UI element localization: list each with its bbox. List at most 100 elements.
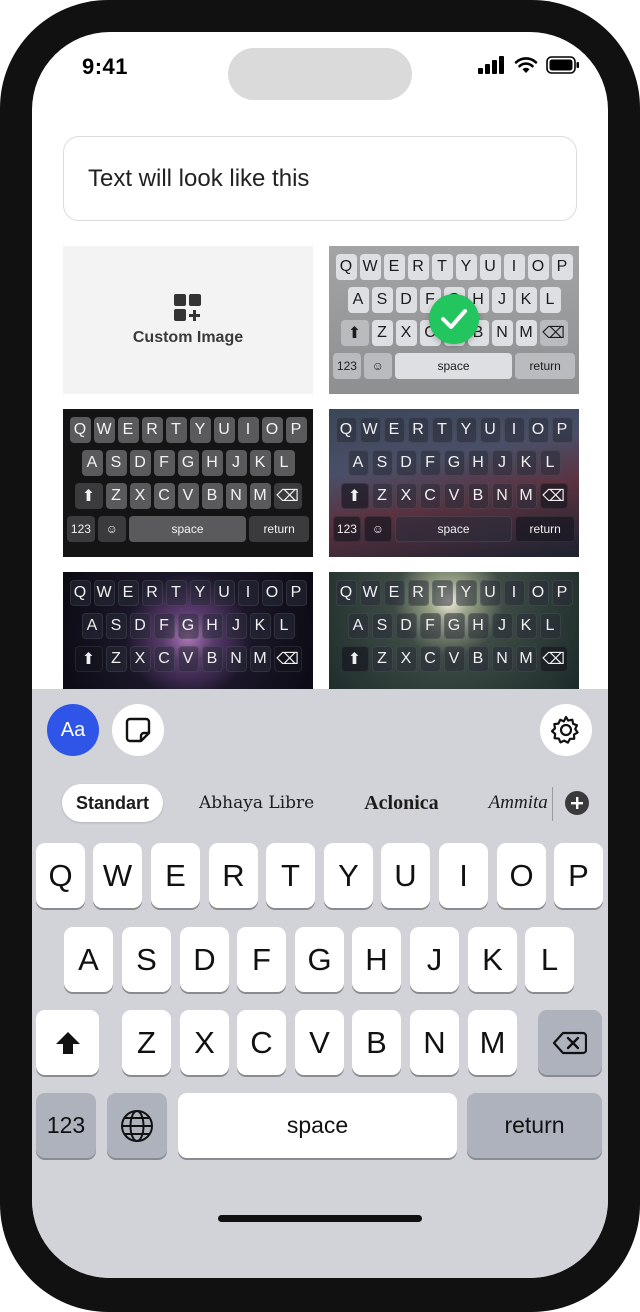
- mini-key: X: [395, 483, 417, 509]
- mini-key: P: [551, 580, 573, 606]
- mini-key: E: [383, 417, 405, 443]
- theme-tile-galaxy[interactable]: Q W E R T Y U I O P A S D F G H J K L ⬆ …: [63, 572, 313, 689]
- sticker-button[interactable]: [112, 704, 164, 756]
- key-r[interactable]: R: [209, 843, 258, 908]
- mini-delete-icon: ⌫: [539, 320, 568, 346]
- mini-key: R: [141, 417, 163, 443]
- mini-num-key: 123: [333, 516, 361, 542]
- key-d[interactable]: D: [180, 927, 229, 992]
- font-chip-standart[interactable]: Standart: [62, 784, 164, 822]
- font-style-button[interactable]: Aa: [47, 704, 99, 756]
- mini-key: H: [467, 613, 489, 639]
- key-p[interactable]: P: [554, 843, 603, 908]
- mini-key: B: [467, 483, 489, 509]
- mini-key: E: [383, 580, 405, 606]
- mini-key: L: [273, 450, 295, 476]
- mini-key: P: [285, 580, 307, 606]
- key-l[interactable]: L: [525, 927, 574, 992]
- key-i[interactable]: I: [439, 843, 488, 908]
- mini-key: V: [177, 646, 199, 672]
- theme-tile-lotus[interactable]: Q W E R T Y U I O P A S D F G H J K L ⬆ …: [329, 572, 579, 689]
- key-m[interactable]: M: [468, 1010, 517, 1075]
- key-b[interactable]: B: [352, 1010, 401, 1075]
- settings-button[interactable]: [540, 704, 592, 756]
- key-x[interactable]: X: [180, 1010, 229, 1075]
- mini-shift-icon: ⬆: [74, 646, 103, 672]
- signal-icon: [478, 56, 504, 74]
- space-key[interactable]: space: [178, 1093, 457, 1158]
- numbers-key[interactable]: 123: [36, 1093, 96, 1158]
- shift-key[interactable]: [36, 1010, 99, 1075]
- status-icons: [478, 56, 580, 74]
- mini-key: N: [491, 320, 513, 346]
- font-chip-abhaya-libre[interactable]: Abhaya Libre: [185, 784, 328, 822]
- mini-key: G: [177, 450, 199, 476]
- battery-icon: [546, 56, 579, 74]
- mini-key: S: [371, 450, 393, 476]
- key-g[interactable]: G: [295, 927, 344, 992]
- mini-shift-icon: ⬆: [74, 483, 103, 509]
- mini-key: B: [467, 646, 489, 672]
- mini-key: T: [165, 580, 187, 606]
- mini-key: Q: [69, 580, 91, 606]
- key-n[interactable]: N: [410, 1010, 459, 1075]
- custom-image-tile[interactable]: Custom Image: [63, 246, 313, 394]
- mini-key: R: [407, 417, 429, 443]
- mini-key: E: [117, 580, 139, 606]
- key-s[interactable]: S: [122, 927, 171, 992]
- mini-key: W: [93, 417, 115, 443]
- mini-num-key: 123: [333, 353, 361, 379]
- key-o[interactable]: O: [497, 843, 546, 908]
- mini-key: L: [273, 613, 295, 639]
- theme-tile-mountain[interactable]: Q W E R T Y U I O P A S D F G H J K L ⬆ …: [329, 409, 579, 557]
- mini-key: U: [479, 254, 501, 280]
- key-c[interactable]: C: [237, 1010, 286, 1075]
- font-chip-aclonica[interactable]: Aclonica: [350, 784, 452, 822]
- mini-key: F: [419, 450, 441, 476]
- mini-return-key: return: [515, 353, 575, 379]
- mini-key: X: [129, 483, 151, 509]
- mini-shift-icon: ⬆: [340, 320, 369, 346]
- mini-key: M: [515, 483, 537, 509]
- mini-key: R: [407, 254, 429, 280]
- key-k[interactable]: K: [468, 927, 517, 992]
- key-v[interactable]: V: [295, 1010, 344, 1075]
- dynamic-island: [228, 48, 412, 100]
- key-j[interactable]: J: [410, 927, 459, 992]
- preview-field[interactable]: Text will look like this: [63, 136, 577, 221]
- mini-key: L: [539, 287, 561, 313]
- mini-key: Q: [335, 580, 357, 606]
- key-w[interactable]: W: [93, 843, 142, 908]
- font-selector: Standart Abhaya Libre Aclonica Ammita: [62, 783, 602, 823]
- mini-key: X: [395, 646, 417, 672]
- add-font-button[interactable]: [565, 791, 589, 815]
- key-u[interactable]: U: [381, 843, 430, 908]
- mini-key: Y: [455, 417, 477, 443]
- mini-key: N: [225, 646, 247, 672]
- mini-key: T: [431, 417, 453, 443]
- font-chip-ammita[interactable]: Ammita: [475, 784, 562, 822]
- mini-delete-icon: ⌫: [539, 646, 568, 672]
- mini-key: L: [539, 613, 561, 639]
- mini-key: N: [225, 483, 247, 509]
- mini-delete-icon: ⌫: [273, 483, 302, 509]
- mini-key: G: [443, 450, 465, 476]
- theme-tile-gray[interactable]: Q W E R T Y U I O P A S D F G H J K L: [329, 246, 579, 394]
- return-key[interactable]: return: [467, 1093, 602, 1158]
- preview-text: Text will look like this: [88, 164, 310, 192]
- key-t[interactable]: T: [266, 843, 315, 908]
- key-e[interactable]: E: [151, 843, 200, 908]
- mini-delete-icon: ⌫: [273, 646, 302, 672]
- key-f[interactable]: F: [237, 927, 286, 992]
- key-h[interactable]: H: [352, 927, 401, 992]
- key-z[interactable]: Z: [122, 1010, 171, 1075]
- delete-icon: [553, 1031, 587, 1054]
- delete-key[interactable]: [538, 1010, 602, 1075]
- mini-key: G: [443, 613, 465, 639]
- key-y[interactable]: Y: [324, 843, 373, 908]
- theme-tile-dark[interactable]: Q W E R T Y U I O P A S D F G H J K L ⬆ …: [63, 409, 313, 557]
- key-a[interactable]: A: [64, 927, 113, 992]
- globe-key[interactable]: [107, 1093, 167, 1158]
- mini-key: I: [503, 417, 525, 443]
- key-q[interactable]: Q: [36, 843, 85, 908]
